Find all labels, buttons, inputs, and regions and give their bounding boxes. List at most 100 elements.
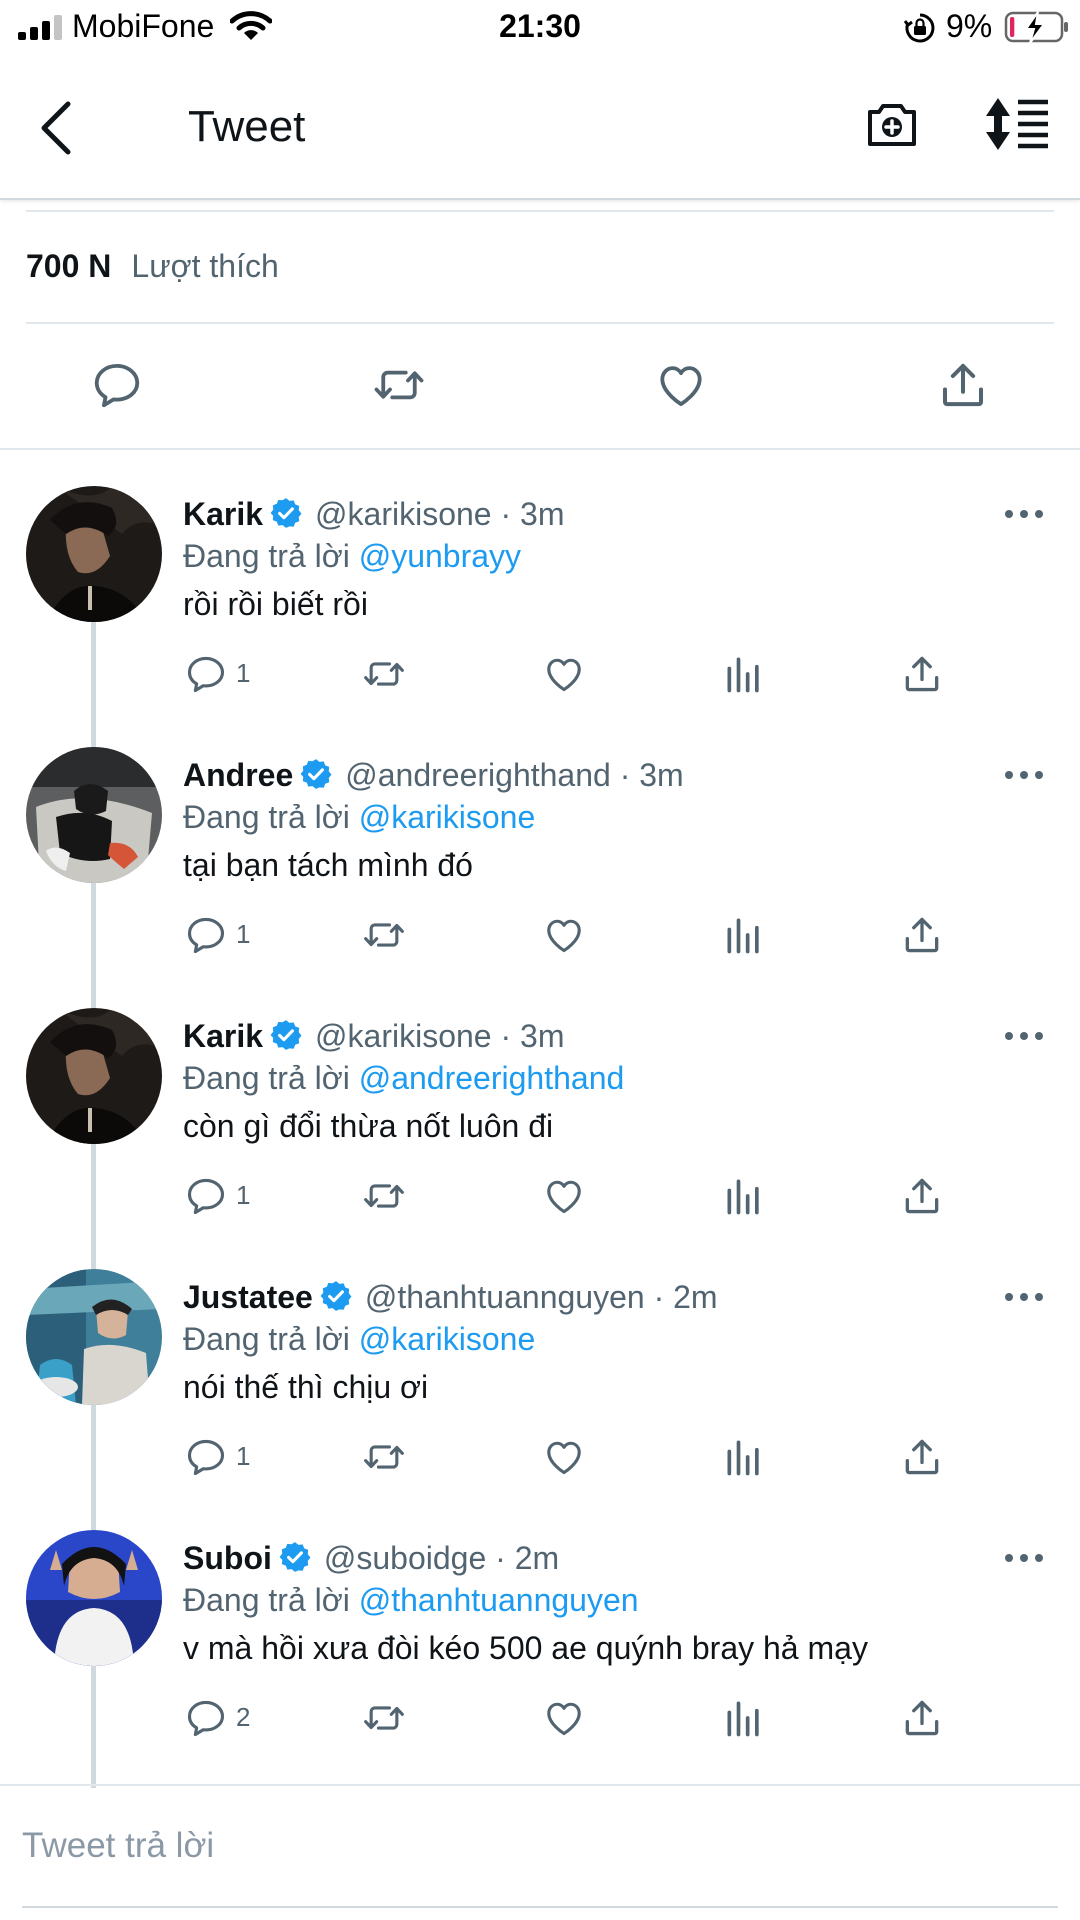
reply-header: Karik @karikisone · 3m [183, 1018, 564, 1055]
reply-text: nói thế thì chịu ơi [183, 1369, 429, 1405]
replying-to: Đang trả lời @karikisone [183, 799, 535, 836]
timestamp: · 2m [653, 1279, 718, 1315]
verified-badge-icon [299, 757, 333, 791]
reply-count: 2 [236, 1702, 251, 1732]
analytics-icon[interactable] [722, 652, 766, 696]
back-arrow-icon[interactable] [34, 98, 78, 158]
reply-header: Andree @andreerighthand · 3m [183, 757, 684, 794]
share-icon[interactable] [900, 1435, 944, 1479]
main-tweet-actions [0, 330, 1080, 440]
verified-badge-icon [269, 496, 303, 530]
reply-actions: 2 [0, 1696, 1080, 1748]
avatar[interactable] [26, 747, 162, 883]
divider [22, 1906, 1058, 1908]
like-icon[interactable] [542, 1174, 586, 1218]
retweet-icon[interactable] [362, 913, 406, 957]
reply-icon[interactable] [184, 1435, 228, 1479]
analytics-icon[interactable] [722, 1174, 766, 1218]
replying-prefix: Đang trả lời [183, 799, 350, 835]
replying-to: Đang trả lời @karikisone [183, 1321, 535, 1358]
status-bar: MobiFone 21:30 9% [0, 0, 1080, 56]
battery-percent: 9% [946, 8, 993, 44]
reply-actions: 1 [0, 913, 1080, 965]
timestamp: · 3m [500, 1018, 565, 1054]
share-icon[interactable] [900, 913, 944, 957]
retweet-icon[interactable] [362, 652, 406, 696]
avatar[interactable] [26, 1530, 162, 1666]
mention-link[interactable]: @andreerighthand [359, 1060, 625, 1096]
reply-actions: 1 [0, 652, 1080, 704]
mention-link[interactable]: @yunbrayy [359, 538, 521, 574]
reply-tweet[interactable]: Justatee @thanhtuannguyen · 2m Đang trả l… [0, 1269, 1080, 1530]
mention-link[interactable]: @thanhtuannguyen [359, 1582, 639, 1618]
divider [26, 322, 1054, 324]
reply-text: v mà hồi xưa đòi kéo 500 ae quýnh bray h… [183, 1630, 868, 1666]
author-handle[interactable]: @karikisone [315, 1018, 492, 1054]
author-name[interactable]: Karik [183, 1018, 263, 1054]
retweet-icon[interactable] [372, 358, 426, 412]
share-icon[interactable] [900, 1174, 944, 1218]
camera-add-icon[interactable] [864, 96, 920, 152]
reply-tweet[interactable]: Karik @karikisone · 3m Đang trả lời @yunb… [0, 486, 1080, 747]
page-title: Tweet [188, 102, 306, 151]
retweet-icon[interactable] [362, 1696, 406, 1740]
more-options-icon[interactable] [1004, 1552, 1044, 1564]
likes-summary[interactable]: 700 N Lượt thích [26, 248, 279, 285]
reply-tweet[interactable]: Andree @andreerighthand · 3m Đang trả lời… [0, 747, 1080, 1008]
share-icon[interactable] [900, 652, 944, 696]
verified-badge-icon [319, 1279, 353, 1313]
avatar[interactable] [26, 486, 162, 622]
like-icon[interactable] [542, 1435, 586, 1479]
author-name[interactable]: Andree [183, 757, 293, 793]
more-options-icon[interactable] [1004, 1030, 1044, 1042]
timestamp: · 3m [500, 496, 565, 532]
reply-header: Karik @karikisone · 3m [183, 496, 564, 533]
reply-count: 1 [236, 1441, 251, 1471]
author-name[interactable]: Suboi [183, 1540, 272, 1576]
reply-tweet[interactable]: Karik @karikisone · 3m Đang trả lời @andr… [0, 1008, 1080, 1269]
more-options-icon[interactable] [1004, 769, 1044, 781]
avatar[interactable] [26, 1269, 162, 1405]
reply-icon[interactable] [184, 652, 228, 696]
author-handle[interactable]: @thanhtuannguyen [365, 1279, 645, 1315]
retweet-icon[interactable] [362, 1174, 406, 1218]
like-icon[interactable] [542, 1696, 586, 1740]
more-options-icon[interactable] [1004, 1291, 1044, 1303]
sort-replies-icon[interactable] [984, 96, 1050, 152]
reply-count: 1 [236, 919, 251, 949]
like-icon[interactable] [654, 358, 708, 412]
avatar[interactable] [26, 1008, 162, 1144]
replying-to: Đang trả lời @yunbrayy [183, 538, 521, 575]
share-icon[interactable] [900, 1696, 944, 1740]
reply-text: còn gì đổi thừa nốt luôn đi [183, 1108, 554, 1144]
author-handle[interactable]: @karikisone [315, 496, 492, 532]
analytics-icon[interactable] [722, 913, 766, 957]
reply-actions: 1 [0, 1174, 1080, 1226]
reply-text: tại bạn tách mình đó [183, 847, 473, 883]
like-icon[interactable] [542, 652, 586, 696]
author-name[interactable]: Karik [183, 496, 263, 532]
author-name[interactable]: Justatee [183, 1279, 313, 1315]
reply-actions: 1 [0, 1435, 1080, 1487]
nav-bar: Tweet [0, 56, 1080, 200]
replying-to: Đang trả lời @andreerighthand [183, 1060, 624, 1097]
author-handle[interactable]: @andreerighthand [345, 757, 611, 793]
retweet-icon[interactable] [362, 1435, 406, 1479]
reply-icon[interactable] [184, 1696, 228, 1740]
compose-divider [0, 1784, 1080, 1786]
reply-icon[interactable] [184, 1174, 228, 1218]
like-icon[interactable] [542, 913, 586, 957]
more-options-icon[interactable] [1004, 508, 1044, 520]
reply-icon[interactable] [90, 358, 144, 412]
share-icon[interactable] [936, 358, 990, 412]
reply-icon[interactable] [184, 913, 228, 957]
author-handle[interactable]: @suboidge [324, 1540, 486, 1576]
reply-tweet[interactable]: Suboi @suboidge · 2m Đang trả lời @thanht… [0, 1530, 1080, 1791]
analytics-icon[interactable] [722, 1696, 766, 1740]
mention-link[interactable]: @karikisone [359, 1321, 536, 1357]
reply-compose-input[interactable]: Tweet trả lời [22, 1826, 214, 1866]
mention-link[interactable]: @karikisone [359, 799, 536, 835]
replying-prefix: Đang trả lời [183, 1582, 350, 1618]
analytics-icon[interactable] [722, 1435, 766, 1479]
verified-badge-icon [269, 1018, 303, 1052]
